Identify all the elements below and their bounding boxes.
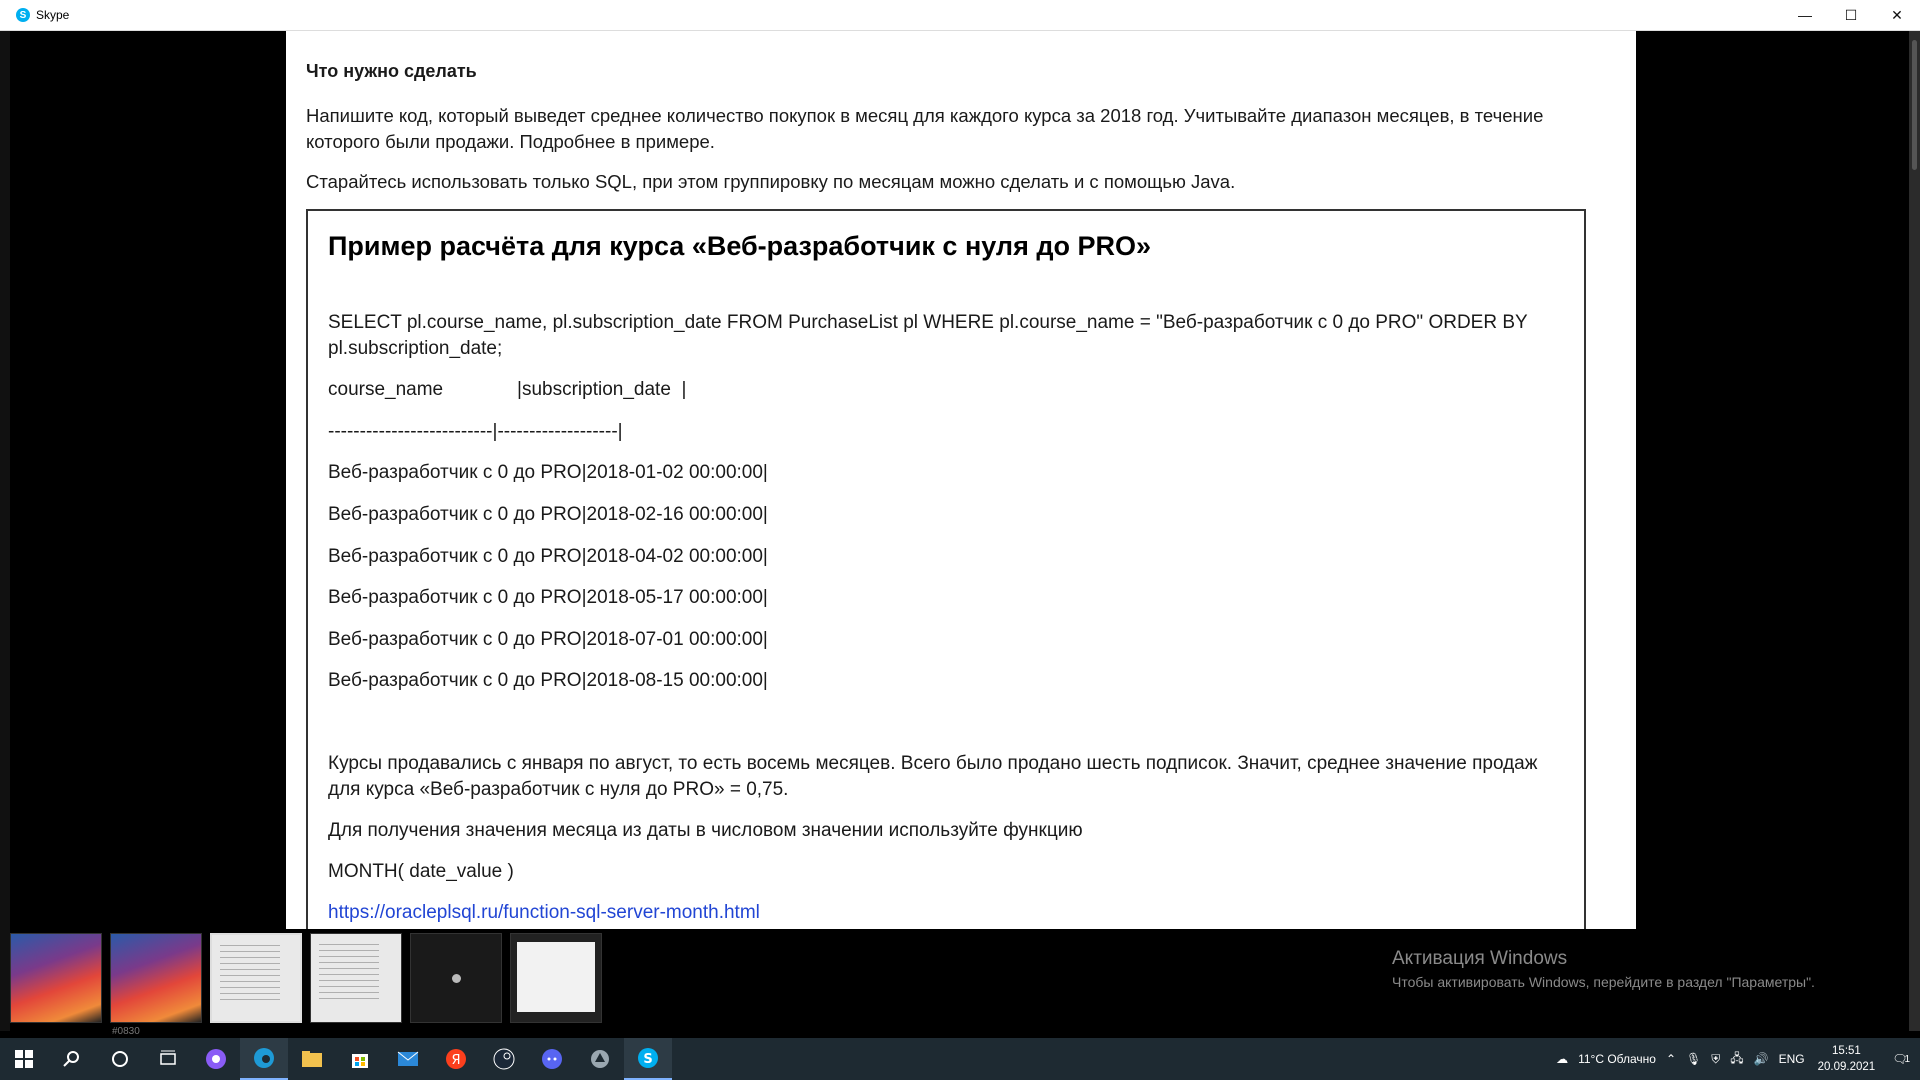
conclusion-text: Курсы продавались с января по август, то… (328, 753, 1543, 800)
taskbar: Я S ☁ 11°C Облачно ⌃ 🎙 ⛨ 🖧 🔊 ENG 15:51 2… (0, 1038, 1920, 1080)
microphone-icon[interactable]: 🎙 (1686, 1052, 1701, 1066)
chevron-up-icon[interactable]: ⌃ (1666, 1052, 1676, 1066)
security-icon[interactable]: ⛨ (1711, 1052, 1720, 1067)
table-row: Веб-разработчик с 0 до PRO|2018-02-16 00… (328, 504, 768, 525)
thumbnail-4[interactable] (310, 933, 402, 1023)
activation-title: Активация Windows (1392, 948, 1568, 969)
mail-icon[interactable] (384, 1038, 432, 1080)
notification-count: 1 (1904, 1053, 1910, 1065)
alice-assistant-icon[interactable] (192, 1038, 240, 1080)
svg-text:Я: Я (451, 1053, 460, 1068)
activation-subtitle: Чтобы активировать Windows, перейдите в … (1392, 974, 1815, 990)
steam-icon[interactable] (480, 1038, 528, 1080)
table-row: Веб-разработчик с 0 до PRO|2018-08-15 00… (328, 670, 768, 691)
document-viewer-page: Что нужно сделать Напишите код, который … (286, 31, 1636, 929)
thumbnail-3-selected[interactable] (210, 933, 302, 1023)
search-icon[interactable] (48, 1038, 96, 1080)
file-explorer-icon[interactable] (288, 1038, 336, 1080)
window-title: Skype (36, 8, 70, 22)
system-tray: ☁ 11°C Облачно ⌃ 🎙 ⛨ 🖧 🔊 ENG 15:51 20.09… (1551, 1038, 1920, 1080)
task-paragraph: Напишите код, который выведет среднее ко… (306, 105, 1544, 152)
skype-icon: S (16, 8, 30, 22)
cortana-icon[interactable] (96, 1038, 144, 1080)
window-titlebar: S Skype — ☐ ✕ (0, 0, 1920, 31)
table-header-row: course_name |subscription_date | (328, 379, 687, 400)
language-indicator[interactable]: ENG (1779, 1052, 1805, 1066)
left-background-strip (0, 31, 10, 1031)
task-view-icon[interactable] (144, 1038, 192, 1080)
clock-date: 20.09.2021 (1817, 1061, 1876, 1073)
clock[interactable]: 15:51 20.09.2021 (1818, 1043, 1876, 1075)
month-hint: Для получения значения месяца из даты в … (328, 820, 1083, 841)
thumbnail-6[interactable] (510, 933, 602, 1023)
store-icon[interactable] (336, 1038, 384, 1080)
thumbnail-2[interactable] (110, 933, 202, 1023)
skype-taskbar-icon[interactable]: S (624, 1038, 672, 1080)
scrollbar-track[interactable] (1909, 31, 1920, 1031)
maximize-button[interactable]: ☐ (1828, 0, 1874, 30)
table-row: Веб-разработчик с 0 до PRO|2018-01-02 00… (328, 462, 768, 483)
volume-icon[interactable]: 🔊 (1754, 1052, 1769, 1066)
reference-link[interactable]: https://oracleplsql.ru/function-sql-serv… (328, 902, 760, 923)
yandex-browser-icon[interactable]: Я (432, 1038, 480, 1080)
clock-time: 15:51 (1832, 1045, 1861, 1057)
function-example: MONTH( date_value ) (328, 861, 514, 882)
hint-paragraph: Старайтесь использовать только SQL, при … (306, 171, 1236, 192)
taskbar-fragment-text: #0830 (112, 1026, 140, 1037)
thumbnail-5[interactable] (410, 933, 502, 1023)
scrollbar-thumb[interactable] (1912, 40, 1917, 170)
activation-watermark: Активация Windows Чтобы активировать Win… (1392, 948, 1815, 990)
network-icon[interactable]: 🖧 (1730, 1049, 1743, 1070)
section-title: Что нужно сделать (306, 61, 477, 81)
svg-text:S: S (643, 1052, 652, 1067)
table-row: Веб-разработчик с 0 до PRO|2018-04-02 00… (328, 546, 768, 567)
example-box: Пример расчёта для курса «Веб-разработчи… (306, 209, 1586, 929)
table-row: Веб-разработчик с 0 до PRO|2018-07-01 00… (328, 629, 768, 650)
sql-query: SELECT pl.course_name, pl.subscription_d… (328, 312, 1533, 359)
cloud-weather-icon[interactable]: ☁ (1556, 1052, 1568, 1066)
thumbnail-1[interactable] (10, 933, 102, 1023)
edge-browser-icon[interactable] (240, 1038, 288, 1080)
minimize-button[interactable]: — (1782, 0, 1828, 30)
table-separator: --------------------------|-------------… (328, 421, 623, 442)
thumbnail-strip (10, 933, 602, 1029)
game-launcher-icon[interactable] (576, 1038, 624, 1080)
weather-text[interactable]: 11°C Облачно (1578, 1052, 1656, 1066)
example-title: Пример расчёта для курса «Веб-разработчи… (328, 231, 1151, 261)
windows-start-icon[interactable] (0, 1038, 48, 1080)
discord-icon[interactable] (528, 1038, 576, 1080)
table-row: Веб-разработчик с 0 до PRO|2018-05-17 00… (328, 587, 768, 608)
close-button[interactable]: ✕ (1874, 0, 1920, 30)
